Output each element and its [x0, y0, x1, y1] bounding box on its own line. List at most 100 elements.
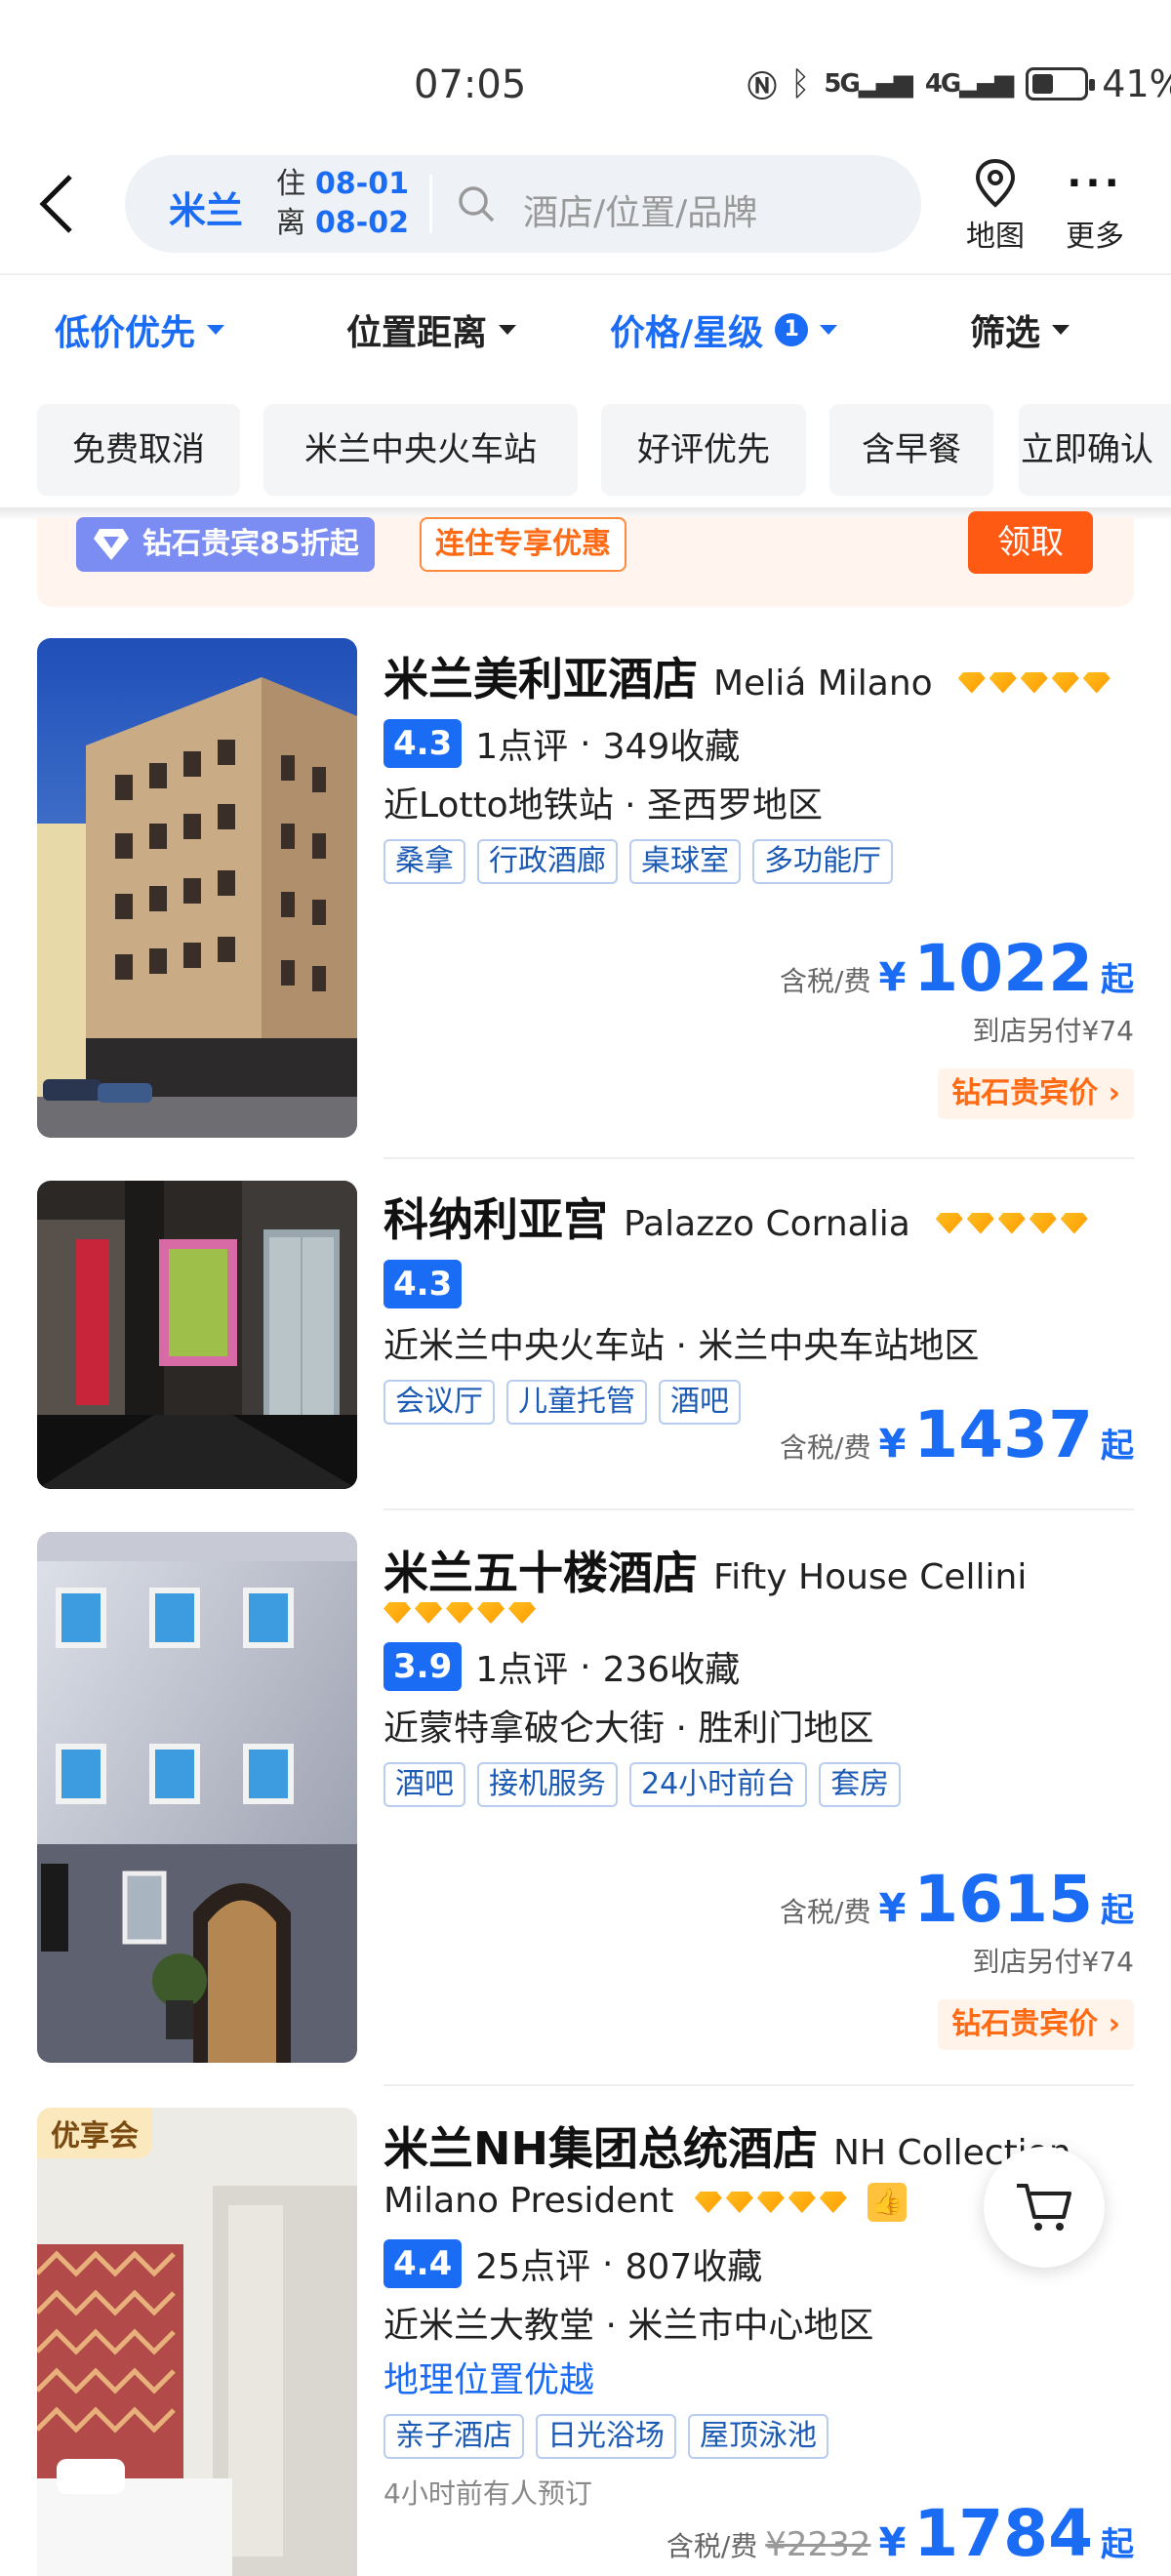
vip-price-link[interactable]: 钻石贵宾价 › [938, 1068, 1134, 1119]
quick-tag[interactable]: 米兰中央火车站 [263, 404, 578, 496]
hotel-name-en: Meliá Milano [713, 664, 933, 704]
amenity-tags: 桑拿 行政酒廊 桌球室 多功能厅 [384, 839, 1134, 884]
filter-bar: 低价优先 位置距离 价格/星级 1 筛选 [0, 273, 1171, 381]
search-pill[interactable]: 米兰 住 08-01 离 08-02 酒店/位置/品牌 [125, 155, 921, 253]
checkout-date: 08-02 [315, 206, 409, 240]
hotel-card[interactable]: 优享会 米兰NH集团总统酒店 NH Collection Milano Pres… [37, 2108, 1134, 2576]
star-rating [694, 2192, 847, 2213]
hotel-name-cn: 米兰NH集团总统酒店 [384, 2122, 818, 2175]
card-divider [384, 2084, 1134, 2086]
price-line: 含税/费 ¥ 1022 起 [780, 931, 1134, 1006]
amenity-tag: 桌球室 [629, 839, 741, 884]
price-line: 含税/费 ¥ 1437 起 [780, 1397, 1134, 1472]
hotel-card[interactable]: 科纳利亚宫 Palazzo Cornalia 4.3 近米兰中央火车站 · 米兰… [37, 1181, 1134, 1489]
amenity-tag: 行政酒廊 [477, 839, 618, 884]
map-button[interactable]: 地图 [951, 155, 1039, 254]
amenity-tag: 亲子酒店 [384, 2414, 524, 2459]
filter-sort-price[interactable]: 低价优先 [55, 304, 225, 355]
hotel-location: 近Lotto地铁站 · 圣西罗地区 [384, 785, 824, 825]
quick-tag[interactable]: 立即确认 [1019, 404, 1171, 496]
diamond-star-icon [989, 671, 1017, 694]
diamond-star-icon [756, 2192, 785, 2213]
quick-tag[interactable]: 好评优先 [601, 404, 806, 496]
diamond-discount-tag: 钻石贵宾85折起 [76, 517, 375, 572]
claim-button[interactable]: 领取 [968, 511, 1093, 574]
hotel-info: 米兰美利亚酒店 Meliá Milano 4.3 1点评 · 349收藏 近Lo… [384, 638, 1134, 884]
pill-divider [429, 175, 432, 233]
price-from: 起 [1101, 1891, 1134, 1930]
hotel-name-en: Palazzo Cornalia [624, 1204, 910, 1244]
caret-down-icon [1052, 325, 1070, 335]
search-header: 米兰 住 08-01 离 08-02 酒店/位置/品牌 地图 ··· 更多 [0, 151, 1171, 259]
hotel-location: 近米兰大教堂 · 米兰市中心地区 [384, 2306, 874, 2346]
diamond-icon [94, 529, 129, 560]
review-count: 25点评 [475, 2247, 591, 2287]
tax-label: 含税/费 [780, 1431, 871, 1464]
more-dots-icon: ··· [1067, 161, 1123, 206]
status-icons: Ⓝ ᛒ 5G▂▄▆ 4G▂▄▆ 41% [747, 62, 1171, 105]
map-pin-icon [975, 158, 1016, 208]
member-badge: 优享会 [37, 2108, 152, 2158]
star-rating [384, 1602, 536, 1624]
cart-icon [1017, 2184, 1071, 2231]
currency: ¥ [878, 1886, 907, 1931]
diamond-star-icon [508, 1602, 536, 1624]
separator: · [602, 2243, 614, 2284]
favorite-count: 236收藏 [602, 1650, 741, 1690]
cart-button[interactable] [984, 2147, 1105, 2268]
filter-more[interactable]: 筛选 [970, 304, 1070, 355]
hotel-info: 米兰五十楼酒店 Fifty House Cellini 3.9 1点评 · 23… [384, 1532, 1134, 1807]
diamond-discount-text: 钻石贵宾85折起 [142, 527, 359, 561]
signal-4g-icon: 4G▂▄▆ [924, 69, 1014, 99]
price-block: 含税/费 ¥ 1615 起 到店另付¥74 钻石贵宾价 › [780, 1862, 1134, 2050]
filter-label: 筛选 [970, 313, 1041, 353]
amenity-tag: 套房 [819, 1762, 902, 1807]
review-count: 1点评 [475, 1650, 569, 1690]
separator: · [580, 723, 591, 764]
star-rating [935, 1212, 1088, 1234]
separator: · [580, 1646, 591, 1687]
diamond-star-icon [935, 1212, 963, 1234]
rating-row: 4.3 1点评 · 349收藏 [384, 716, 1134, 771]
extra-fee: 到店另付¥74 [972, 1015, 1134, 1047]
battery-icon [1026, 67, 1096, 101]
checkin-date: 08-01 [315, 167, 409, 201]
score-badge: 3.9 [384, 1642, 463, 1691]
diamond-star-icon [966, 1212, 994, 1234]
filter-price-star[interactable]: 价格/星级 1 [610, 304, 838, 355]
tax-label: 含税/费 [666, 2530, 758, 2562]
caret-down-icon [499, 325, 517, 335]
hotel-card[interactable]: 米兰美利亚酒店 Meliá Milano 4.3 1点评 · 349收藏 近Lo… [37, 638, 1134, 1138]
thumb-up-icon: 👍 [868, 2183, 908, 2222]
vip-price-link[interactable]: 钻石贵宾价 › [938, 1999, 1134, 2050]
amenity-tag: 桑拿 [384, 839, 465, 884]
filter-count-badge: 1 [775, 313, 809, 346]
card-divider [384, 1509, 1134, 1510]
quick-tag[interactable]: 含早餐 [829, 404, 993, 496]
diamond-star-icon [819, 2192, 847, 2213]
search-input[interactable]: 酒店/位置/品牌 [523, 184, 757, 235]
caret-down-icon [207, 325, 225, 335]
hotel-photo: 优享会 [37, 2108, 357, 2576]
price-block: 含税/费 ¥2232 ¥ 1784 起 [666, 2496, 1134, 2571]
filter-label: 价格/星级 [610, 313, 764, 353]
hotel-card[interactable]: 米兰五十楼酒店 Fifty House Cellini 3.9 1点评 · 23… [37, 1532, 1134, 2063]
date-selector[interactable]: 住 08-01 离 08-02 [276, 165, 409, 243]
more-button[interactable]: ··· 更多 [1051, 155, 1139, 254]
city-selector[interactable]: 米兰 [169, 181, 243, 234]
quick-tag[interactable]: 免费取消 [37, 404, 240, 496]
favorite-count: 807收藏 [625, 2247, 763, 2287]
nfc-icon: Ⓝ [747, 70, 777, 104]
filter-label: 低价优先 [55, 313, 196, 353]
diamond-star-icon [1060, 1212, 1088, 1234]
hotel-photo [37, 1181, 357, 1489]
signal-5g-icon: 5G▂▄▆ [824, 69, 912, 99]
diamond-star-icon [477, 1602, 505, 1624]
price-from: 起 [1101, 1427, 1134, 1466]
filter-distance[interactable]: 位置距离 [346, 304, 517, 355]
diamond-star-icon [446, 1602, 473, 1624]
diamond-star-icon [787, 2192, 816, 2213]
bluetooth-icon: ᛒ [790, 64, 811, 103]
back-button[interactable] [37, 173, 96, 241]
amenity-tag: 酒吧 [659, 1380, 741, 1425]
